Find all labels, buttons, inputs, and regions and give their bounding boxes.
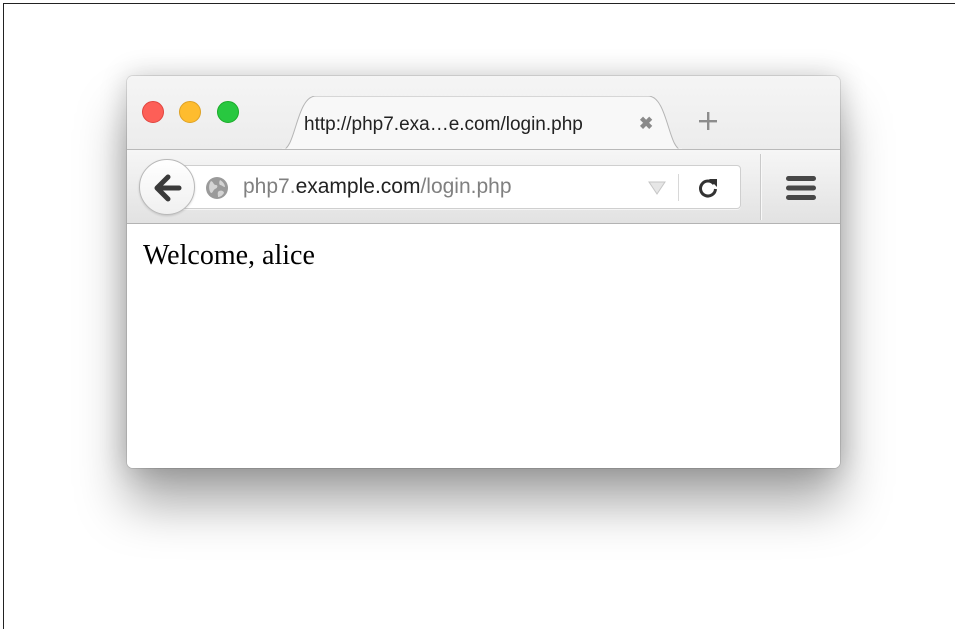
url-bar[interactable]: php7.example.com/login.php [177, 165, 741, 209]
globe-icon [205, 176, 229, 200]
reload-icon[interactable] [696, 176, 720, 200]
toolbar-divider [760, 154, 761, 220]
welcome-message: Welcome, alice [143, 240, 315, 271]
tab-close-icon[interactable]: ✖ [639, 114, 653, 134]
tab-strip: http://php7.exa…e.com/login.php ✖ [127, 76, 840, 150]
tab-active[interactable]: http://php7.exa…e.com/login.php ✖ [282, 96, 682, 150]
plus-icon[interactable] [696, 109, 720, 133]
navigation-toolbar: php7.example.com/login.php [127, 149, 840, 224]
window-maximize-button[interactable] [217, 101, 239, 123]
url-prefix: php7. [243, 175, 296, 198]
url-bar-divider [678, 174, 679, 201]
url-text[interactable]: php7.example.com/login.php [243, 175, 512, 199]
url-path: /login.php [420, 175, 512, 198]
page-content: Welcome, alice [127, 224, 840, 468]
window-minimize-button[interactable] [179, 101, 201, 123]
url-domain: example.com [295, 175, 421, 198]
arrow-left-icon [154, 174, 182, 202]
tab-title: http://php7.exa…e.com/login.php [304, 114, 583, 135]
window-close-button[interactable] [142, 101, 164, 123]
browser-window: http://php7.exa…e.com/login.php ✖ php7.e… [127, 76, 840, 468]
hamburger-menu-icon[interactable] [785, 175, 817, 201]
back-button[interactable] [139, 159, 195, 215]
triangle-down-icon[interactable] [648, 181, 666, 195]
